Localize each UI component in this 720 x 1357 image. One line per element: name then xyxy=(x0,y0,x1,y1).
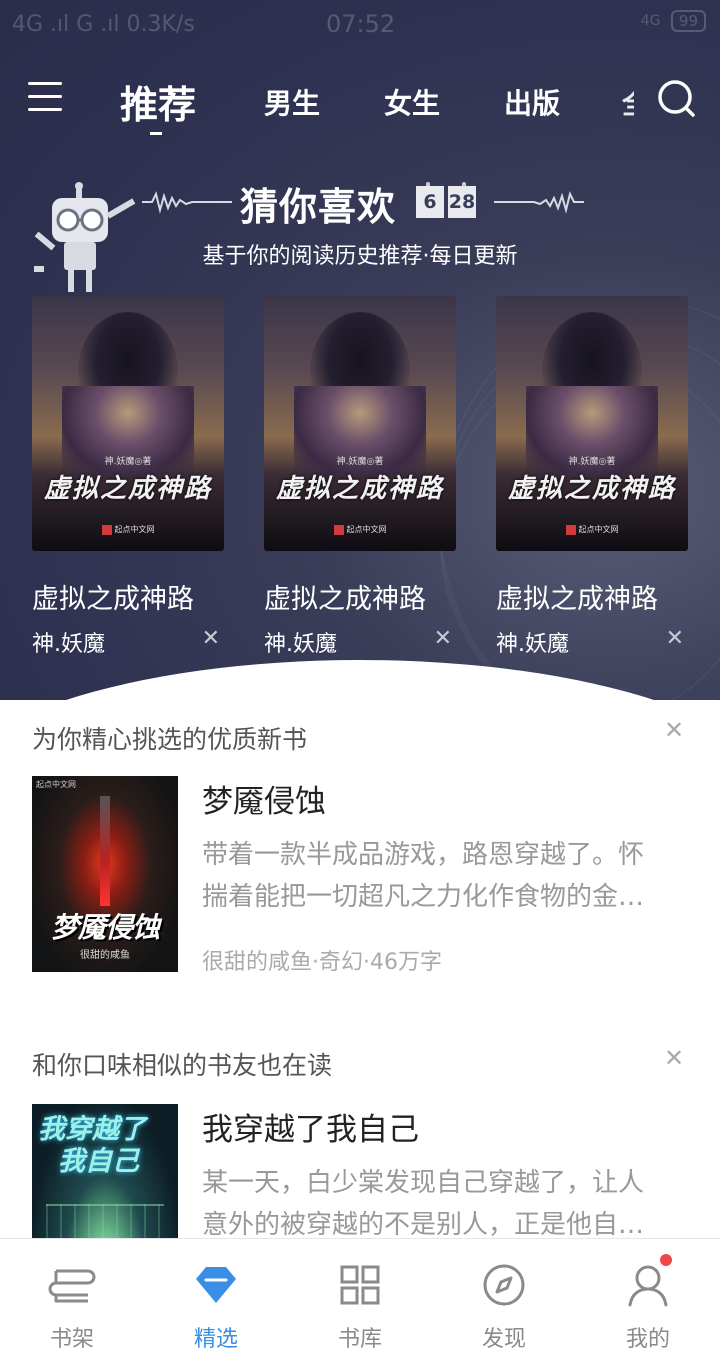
book-card[interactable]: 神.妖魔◎著 虚拟之成神路 起点中文网 虚拟之成神路 神.妖魔 ✕ xyxy=(264,296,456,657)
tab-more[interactable]: 全 xyxy=(622,82,634,122)
tab-bookshelf[interactable]: 书架 xyxy=(0,1239,144,1357)
tab-label: 发现 xyxy=(481,1327,526,1352)
tab-recommend[interactable]: 推荐 xyxy=(120,74,196,135)
sound-wave-icon xyxy=(494,191,584,214)
network-icon: 4G xyxy=(640,13,661,29)
tab-male[interactable]: 男生 xyxy=(264,82,320,122)
tab-profile[interactable]: 我的 xyxy=(576,1239,720,1357)
similar-readers-section: 和你口味相似的书友也在读 ✕ 我穿越了 我自己 我穿越了我自己 某一天，白少棠发… xyxy=(0,1028,720,1238)
book-cover[interactable]: 起点中文网 梦魇侵蚀 很甜的咸鱼 xyxy=(32,776,178,972)
book-title[interactable]: 虚拟之成神路 xyxy=(32,577,224,616)
calendar-date: 6 28 xyxy=(416,182,478,218)
close-icon[interactable]: ✕ xyxy=(202,626,220,651)
book-cover[interactable]: 神.妖魔◎著 虚拟之成神路 起点中文网 xyxy=(32,296,224,551)
book-author: 神.妖魔 xyxy=(264,632,337,657)
top-nav: 推荐 男生 女生 出版 全 xyxy=(0,70,720,135)
date-day: 28 xyxy=(448,186,476,218)
tab-female[interactable]: 女生 xyxy=(384,82,440,122)
book-title[interactable]: 虚拟之成神路 xyxy=(496,577,688,616)
close-icon[interactable]: ✕ xyxy=(664,1044,684,1072)
book-meta: 很甜的咸鱼·奇幻·46万字 xyxy=(202,950,442,975)
tab-library[interactable]: 书库 xyxy=(288,1239,432,1357)
book-cover[interactable]: 神.妖魔◎著 虚拟之成神路 起点中文网 xyxy=(264,296,456,551)
bottom-tab-bar: 书架 精选 书库 发现 我的 xyxy=(0,1238,720,1356)
book-title[interactable]: 梦魇侵蚀 xyxy=(202,776,326,821)
book-description: 某一天，白少棠发现自己穿越了，让人 意外的被穿越的不是别人，正是他自… xyxy=(202,1168,645,1238)
tab-label: 精选 xyxy=(193,1327,238,1352)
book-title[interactable]: 我穿越了我自己 xyxy=(202,1104,419,1149)
tab-publish[interactable]: 出版 xyxy=(504,82,560,122)
book-description: 带着一款半成品游戏，路恩穿越了。怀 揣着能把一切超凡之力化作食物的金… xyxy=(202,840,645,912)
guess-subtitle: 基于你的阅读历史推荐·每日更新 xyxy=(202,244,518,269)
section-heading: 为你精心挑选的优质新书 xyxy=(32,725,308,754)
battery-area: 4G 99 xyxy=(641,10,706,32)
tab-label: 书库 xyxy=(337,1327,382,1352)
guess-title: 猜你喜欢 xyxy=(240,185,397,229)
network-status: 4G .ıl G .ıl 0.3K/s xyxy=(12,12,195,37)
compass-icon xyxy=(483,1264,525,1306)
tab-label: 我的 xyxy=(625,1327,670,1352)
close-icon[interactable]: ✕ xyxy=(664,716,684,744)
book-cover[interactable]: 我穿越了 我自己 xyxy=(32,1104,178,1238)
tab-label: 书架 xyxy=(49,1327,94,1352)
search-icon[interactable] xyxy=(656,78,696,118)
close-icon[interactable]: ✕ xyxy=(666,626,684,651)
battery-icon: 99 xyxy=(670,10,706,32)
hero-header: 4G .ıl G .ıl 0.3K/s 07:52 4G 99 推荐 男生 女生… xyxy=(0,0,720,700)
date-month: 6 xyxy=(416,186,444,218)
close-icon[interactable]: ✕ xyxy=(434,626,452,651)
tab-discover[interactable]: 发现 xyxy=(432,1239,576,1357)
clock: 07:52 xyxy=(326,10,396,38)
menu-icon[interactable] xyxy=(28,82,62,112)
book-card[interactable]: 神.妖魔◎著 虚拟之成神路 起点中文网 虚拟之成神路 神.妖魔 ✕ xyxy=(496,296,688,657)
book-author: 神.妖魔 xyxy=(496,632,569,657)
diamond-icon xyxy=(196,1267,236,1303)
sound-wave-icon xyxy=(142,191,232,214)
book-author: 神.妖魔 xyxy=(32,632,105,657)
section-heading: 和你口味相似的书友也在读 xyxy=(32,1051,333,1080)
book-title[interactable]: 虚拟之成神路 xyxy=(264,577,456,616)
status-bar: 4G .ıl G .ıl 0.3K/s 07:52 4G 99 xyxy=(0,0,720,50)
new-books-section: 为你精心挑选的优质新书 ✕ 起点中文网 梦魇侵蚀 很甜的咸鱼 梦魇侵蚀 带着一款… xyxy=(0,700,720,1000)
book-cover[interactable]: 神.妖魔◎著 虚拟之成神路 起点中文网 xyxy=(496,296,688,551)
user-icon xyxy=(628,1265,668,1307)
grid-icon xyxy=(340,1265,380,1305)
tab-featured[interactable]: 精选 xyxy=(144,1239,288,1357)
notification-badge xyxy=(658,1252,674,1268)
bookshelf-icon xyxy=(48,1269,96,1303)
book-card[interactable]: 神.妖魔◎著 虚拟之成神路 起点中文网 虚拟之成神路 神.妖魔 ✕ xyxy=(32,296,224,657)
